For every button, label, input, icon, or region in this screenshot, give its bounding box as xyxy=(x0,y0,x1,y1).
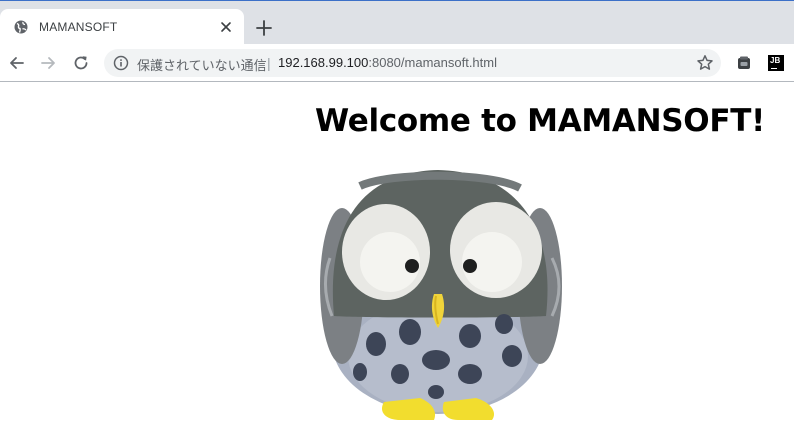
close-icon[interactable] xyxy=(219,20,233,34)
info-icon[interactable] xyxy=(113,55,129,71)
back-button[interactable] xyxy=(7,53,27,73)
jb-extension-icon[interactable]: JB xyxy=(768,55,784,71)
tab-mamansoft[interactable]: MAMANSOFT xyxy=(0,9,244,45)
extension-icon[interactable] xyxy=(736,55,752,71)
jb-extension-label: JB xyxy=(770,56,781,65)
url-path: :8080/mamansoft.html xyxy=(368,55,497,70)
tab-title: MAMANSOFT xyxy=(39,20,118,34)
forward-button[interactable] xyxy=(38,53,58,73)
browser-toolbar: 保護されていない通信 | 192.168.99.100:8080/mamanso… xyxy=(0,44,794,82)
globe-icon xyxy=(14,20,28,34)
bookmark-star-icon[interactable] xyxy=(696,54,714,72)
owl-plush-image xyxy=(320,170,562,420)
jb-underline xyxy=(771,68,777,69)
page-heading: Welcome to MAMANSOFT! xyxy=(315,103,765,139)
reload-button[interactable] xyxy=(71,53,91,73)
security-status-text: 保護されていない通信 xyxy=(137,58,267,73)
url-host: 192.168.99.100 xyxy=(278,55,369,70)
address-bar[interactable]: 保護されていない通信 | 192.168.99.100:8080/mamanso… xyxy=(104,49,721,77)
url-text[interactable]: 192.168.99.100:8080/mamansoft.html xyxy=(278,55,497,70)
tab-strip: MAMANSOFT xyxy=(0,0,794,45)
browser-window: MAMANSOFT 保護されていない通信 | 192.168.99.100:80… xyxy=(0,0,794,444)
url-separator: | xyxy=(267,55,271,71)
new-tab-button[interactable] xyxy=(253,17,275,39)
page-content: Welcome to MAMANSOFT! xyxy=(0,82,794,444)
